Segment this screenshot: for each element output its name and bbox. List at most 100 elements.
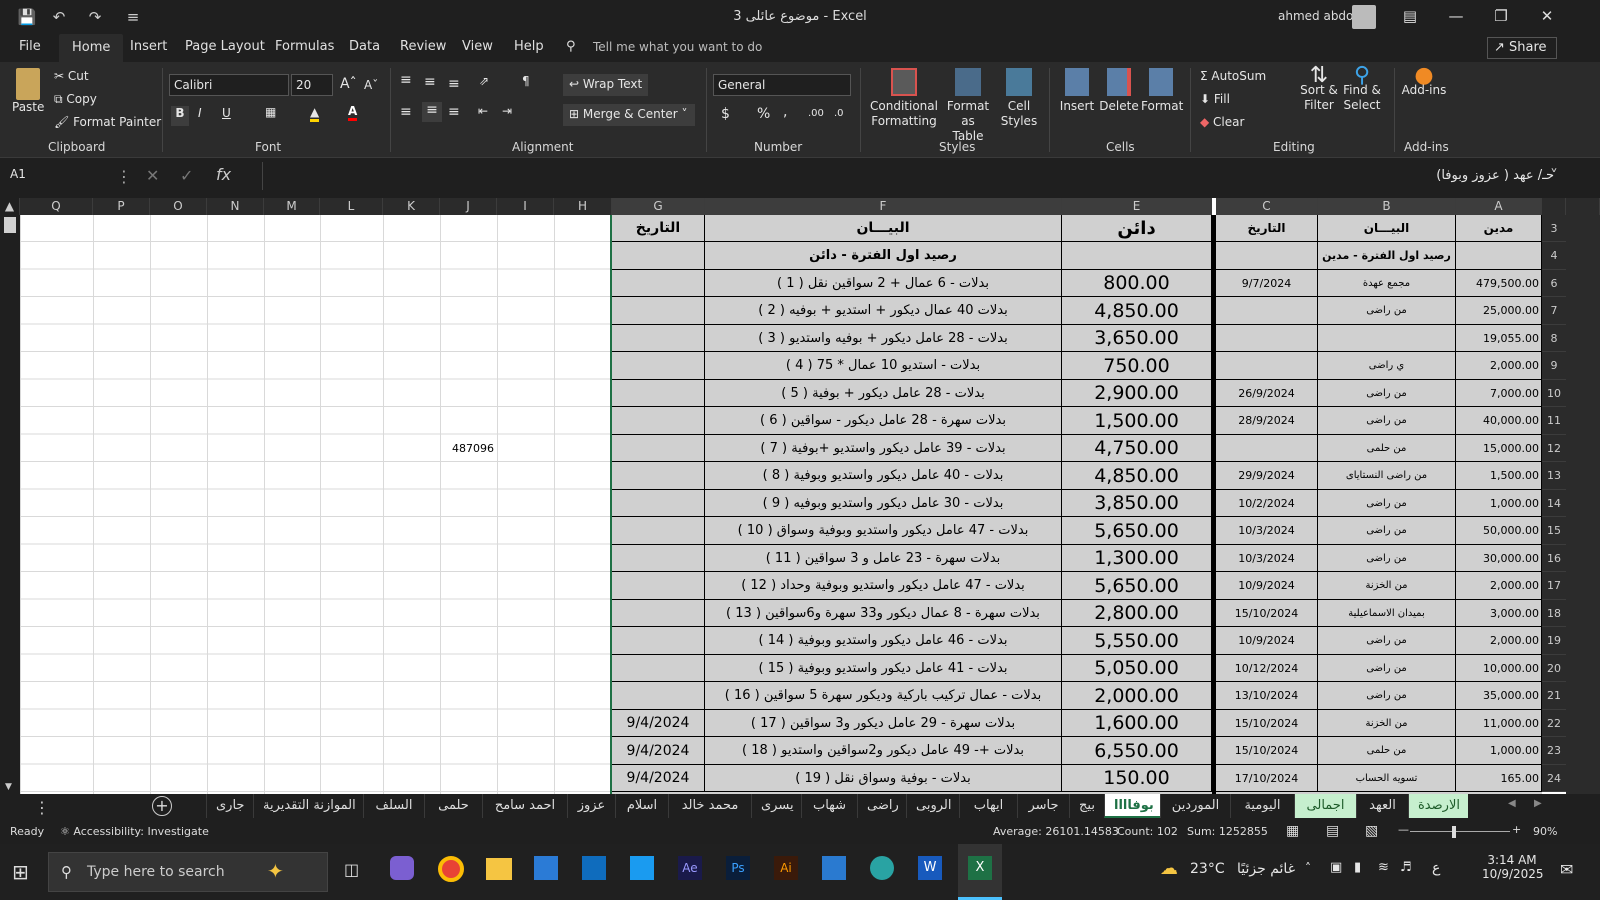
debit-description[interactable]: من حلمى	[1318, 737, 1456, 765]
select-all[interactable]	[1542, 198, 1566, 215]
credit-date[interactable]	[612, 352, 705, 380]
tell-me-search[interactable]: Tell me what you want to do	[593, 40, 762, 54]
debit-amount[interactable]: 25,000.00	[1456, 297, 1542, 325]
debit-date[interactable]: 15/10/2024	[1216, 600, 1318, 627]
chrome-icon[interactable]	[438, 856, 464, 882]
credit-amount[interactable]: 1,300.00	[1062, 545, 1212, 572]
credit-description[interactable]: بدلات سهرة - 29 عامل ديكور و3 سواقين ( 1…	[705, 710, 1062, 737]
credit-description[interactable]: بدلات - 47 عامل ديكور واستديو وبوفية وسو…	[705, 517, 1062, 545]
credit-amount[interactable]: 5,050.00	[1062, 655, 1212, 682]
sum-status[interactable]: Sum: 1252855	[1187, 825, 1268, 838]
sheet-tab[interactable]: حلمى	[424, 794, 482, 818]
zoom-slider-thumb[interactable]	[1452, 826, 1456, 838]
credit-date[interactable]	[612, 435, 705, 462]
file-explorer-icon[interactable]	[486, 858, 512, 880]
column-header-a[interactable]: A	[1456, 198, 1542, 215]
expand-formula-icon[interactable]: ˅	[1550, 166, 1558, 185]
tab-review[interactable]: Review	[400, 39, 446, 54]
weather-description[interactable]: غائم جزئيًا	[1237, 861, 1295, 877]
tab-insert[interactable]: Insert	[130, 39, 167, 54]
italic-button[interactable]: I	[198, 106, 202, 120]
font-size-select[interactable]: 20	[291, 74, 333, 96]
sheet-tab[interactable]: جاسر	[1017, 794, 1069, 818]
battery-icon[interactable]: ▮	[1354, 860, 1361, 875]
column-header-b[interactable]: B	[1318, 198, 1456, 215]
store-icon[interactable]	[534, 856, 558, 880]
sheet-tab[interactable]: اليومية	[1230, 794, 1294, 818]
credit-description[interactable]: بدلات سهرة - 28 عامل ديكور - سواقين ( 6 …	[705, 407, 1062, 435]
credit-description[interactable]: بدلات - استديو 10 عمال * 75 ( 4 )	[705, 352, 1062, 380]
align-top-icon[interactable]: ≡	[400, 72, 412, 88]
format-cells-button[interactable]: Format	[1141, 68, 1183, 114]
cell-styles-button[interactable]: Cell Styles	[996, 68, 1042, 129]
sheet-tab[interactable]: يسرى	[751, 794, 801, 818]
share-button[interactable]: ↗ Share	[1487, 37, 1557, 59]
credit-date[interactable]	[612, 270, 705, 297]
function-icon[interactable]: fx	[216, 165, 231, 184]
tab-file[interactable]: File	[19, 39, 41, 54]
empty-cell[interactable]	[1456, 242, 1542, 270]
worksheet-grid[interactable]: ▲ ABCEFGHIJKLMNOPQ ▼ مدين البيـــان التاري…	[0, 198, 1600, 794]
debit-description[interactable]: من راضى	[1318, 490, 1456, 517]
edge-icon[interactable]	[870, 856, 894, 880]
tab-page-layout[interactable]: Page Layout	[185, 39, 265, 54]
credit-description[interactable]: بدلات - 30 عامل ديكور واستديو وبوفيه ( 9…	[705, 490, 1062, 517]
zoom-slider[interactable]	[1410, 831, 1510, 832]
row-header[interactable]: 17	[1542, 572, 1566, 600]
decrease-indent-icon[interactable]: ⇤	[478, 104, 488, 118]
debit-amount[interactable]: 40,000.00	[1456, 407, 1542, 435]
credit-amount[interactable]: 1,600.00	[1062, 710, 1212, 737]
row-header[interactable]: 4	[1542, 242, 1566, 270]
merge-center-button[interactable]: ⊞ Merge & Center ˅	[563, 104, 695, 126]
credit-date[interactable]: 9/4/2024	[612, 765, 705, 792]
sheet-tab[interactable]: شهاب	[801, 794, 857, 818]
credit-amount[interactable]: 2,000.00	[1062, 682, 1212, 710]
empty-cell[interactable]	[612, 242, 705, 270]
credit-description[interactable]: بدلات +- 49 عامل ديكور و2سواقين واستديو …	[705, 737, 1062, 765]
close-icon[interactable]: ✕	[1524, 0, 1570, 34]
row-header[interactable]: 23	[1542, 737, 1566, 765]
column-header-m[interactable]: M	[264, 198, 320, 215]
debit-date[interactable]: 10/9/2024	[1216, 627, 1318, 655]
debit-description[interactable]: من راضى	[1318, 407, 1456, 435]
debit-amount[interactable]: 165.00	[1456, 765, 1542, 792]
header-description-right[interactable]: البيـــان	[705, 215, 1062, 242]
zoom-level[interactable]: 90%	[1533, 825, 1557, 838]
sheet-tab[interactable]: اجمالى	[1294, 794, 1356, 818]
debit-date[interactable]: 9/7/2024	[1216, 270, 1318, 297]
user-name[interactable]: ahmed abdo	[1278, 9, 1353, 23]
format-as-table-button[interactable]: Format as Table	[940, 68, 996, 144]
column-header-h[interactable]: H	[554, 198, 612, 215]
row-header[interactable]: 20	[1542, 655, 1566, 682]
currency-button[interactable]: $	[721, 106, 730, 122]
tab-formulas[interactable]: Formulas	[275, 39, 334, 54]
align-middle-icon[interactable]: ≡	[424, 74, 436, 90]
credit-amount[interactable]: 1,500.00	[1062, 407, 1212, 435]
tab-help[interactable]: Help	[514, 39, 544, 54]
credit-date[interactable]	[612, 297, 705, 325]
credit-description[interactable]: بدلات - عمال تركيب باركية وديكور سهرة 5 …	[705, 682, 1062, 710]
meet-icon[interactable]: ▣	[1330, 860, 1342, 875]
debit-amount[interactable]: 35,000.00	[1456, 682, 1542, 710]
more-sheets-icon[interactable]: ⋮	[34, 798, 50, 817]
debit-date[interactable]: 10/3/2024	[1216, 545, 1318, 572]
temperature[interactable]: 23°C	[1190, 861, 1225, 877]
row-header[interactable]: 6	[1542, 270, 1566, 297]
row-header[interactable]: 21	[1542, 682, 1566, 710]
row-header[interactable]: 9	[1542, 352, 1566, 380]
row-header[interactable]: 18	[1542, 600, 1566, 627]
column-header-j[interactable]: J	[440, 198, 497, 215]
credit-description[interactable]: بدلات - 28 عامل ديكور + بوفية ( 5 )	[705, 380, 1062, 407]
increase-decimal-icon[interactable]: .00	[808, 108, 824, 119]
align-bottom-icon[interactable]: ≡	[448, 76, 460, 92]
volume-icon[interactable]: ♬	[1400, 860, 1412, 875]
credit-date[interactable]	[612, 517, 705, 545]
debit-amount[interactable]: 1,500.00	[1456, 462, 1542, 490]
debit-amount[interactable]: 2,000.00	[1456, 572, 1542, 600]
borders-icon[interactable]: ▦	[265, 105, 276, 119]
credit-date[interactable]	[612, 545, 705, 572]
debit-description[interactable]: من راضى	[1318, 655, 1456, 682]
notifications-icon[interactable]: ✉	[1560, 860, 1573, 879]
taskbar-search[interactable]: ⚲ Type here to search ✦	[48, 852, 328, 892]
credit-date[interactable]	[612, 682, 705, 710]
